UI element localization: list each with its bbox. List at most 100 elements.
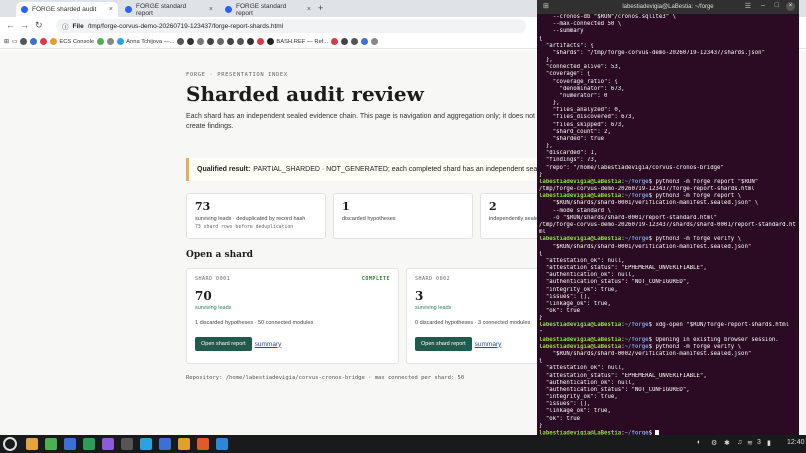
bookmark-icon[interactable] [107, 38, 115, 45]
mail-icon[interactable] [64, 438, 76, 450]
address-bar[interactable]: ⓘ File /tmp/forge-corvus-demo-20260719-1… [56, 19, 526, 33]
close-tab-icon[interactable]: × [109, 6, 113, 13]
close-tab-icon[interactable]: × [209, 6, 213, 13]
app-launcher-icon[interactable] [3, 437, 17, 451]
vscode-icon[interactable] [216, 438, 228, 450]
network-icon[interactable]: ◐ [697, 439, 701, 446]
close-icon[interactable]: × [786, 2, 795, 11]
new-tab-icon[interactable]: ⊞ [543, 2, 549, 10]
terminal-line: "discarded": 1, [539, 150, 797, 157]
terminal-text: "denominator": 673, [539, 85, 625, 92]
tab-favicon-icon [125, 6, 132, 13]
github-icon[interactable] [20, 38, 28, 45]
summary-link[interactable]: summary [475, 341, 502, 348]
shard-description: 1 discarded hypotheses · 50 connected mo… [195, 320, 314, 326]
notes-icon[interactable] [102, 438, 114, 450]
menu-icon[interactable]: ☰ [745, 2, 751, 10]
terminal-line: "$RUN/shards/shard-0002/verification-man… [539, 351, 797, 358]
bookmark-icon[interactable] [247, 38, 255, 45]
bookmark-icon[interactable] [40, 38, 48, 45]
new-tab-button[interactable]: + [318, 3, 323, 13]
terminal-text: --cronos-db "$RUN"/cronos.sqlite3" \ [539, 14, 676, 20]
page-eyebrow: FORGE · PRESENTATION INDEX [186, 72, 288, 78]
bookmark-icon[interactable] [227, 38, 235, 45]
bookmark-icon[interactable] [351, 38, 359, 45]
wifi-icon[interactable]: ≋ [747, 439, 753, 447]
terminal-line: "connected_alive": 53, [539, 64, 797, 71]
taskbar: ◐ ⚙ ✱ ♫ ≋ 3 ▮ 12:40 [0, 435, 806, 453]
open-shard-report-button[interactable]: Open shard report [415, 337, 472, 351]
files-icon[interactable] [26, 438, 38, 450]
bookmark-icon[interactable] [197, 38, 205, 45]
reload-icon[interactable]: ↻ [35, 20, 43, 31]
info-icon[interactable]: ⓘ [62, 21, 69, 31]
bookmark-icon[interactable] [97, 38, 105, 45]
terminal-text: "attestation_status": "EPHEMERAL_UNVERIF… [539, 372, 707, 379]
bookmark-ecs-console[interactable]: ECS Console [50, 38, 94, 45]
prompt-path: ~/forge [624, 236, 649, 243]
tab-favicon-icon [225, 6, 232, 13]
bookmark-icon[interactable] [331, 38, 339, 45]
bookmark-icon[interactable] [341, 38, 349, 45]
bookmark-anna[interactable]: Anna Tchijova —... [117, 38, 174, 45]
prompt-user: labestiadevigia@LaBestia [539, 236, 622, 243]
telegram-icon[interactable] [140, 438, 152, 450]
close-tab-icon[interactable]: × [307, 6, 311, 13]
forward-arrow-icon[interactable]: → [20, 20, 29, 30]
bookmark-folder-icon[interactable]: ▭ [12, 39, 17, 45]
terminal-text: "$RUN/shards/shard-0001/verification-man… [539, 243, 752, 250]
chrome-icon[interactable] [45, 438, 57, 450]
terminal-line: "denominator": 673, [539, 86, 797, 93]
bluetooth-icon[interactable]: ✱ [724, 439, 730, 447]
bookmark-icon[interactable] [361, 38, 369, 45]
bookmark-icon[interactable] [177, 38, 185, 45]
terminal-text: "integrity_ok": true, [539, 286, 618, 293]
terminal-line: }, [539, 143, 797, 150]
terminal-text: $ python3 -m forge report \ [648, 193, 742, 200]
terminal-text: "findings": 73, [539, 157, 598, 164]
terminal-line: "artifacts": { [539, 43, 797, 50]
bookmark-icon[interactable] [30, 38, 38, 45]
presentation-icon[interactable] [178, 438, 190, 450]
prompt-path: ~/forge [624, 193, 649, 200]
apps-grid-icon[interactable]: ⊞ [4, 39, 9, 45]
bookmark-icon[interactable] [217, 38, 225, 45]
terminal-text: --max-connected 50 \ [539, 21, 622, 28]
prompt-user: labestiadevigia@LaBestia [539, 193, 622, 200]
metric-label: surviving leads · deduplicated by record… [195, 216, 306, 222]
bookmark-icon[interactable] [187, 38, 195, 45]
battery-icon[interactable]: ▮ [767, 439, 771, 447]
terminal-line: "$RUN/shards/shard-0001/verification-man… [539, 244, 797, 251]
tab-standard-report-2[interactable]: FORGE standard report × [220, 2, 316, 17]
bookmark-icon[interactable] [371, 38, 379, 45]
tab-standard-report[interactable]: FORGE standard report × [120, 2, 218, 17]
back-arrow-icon[interactable]: ← [6, 20, 15, 30]
maximize-icon[interactable]: □ [775, 2, 779, 9]
qualified-result-banner: Qualified result: PARTIAL_SHARDED · NOT_… [186, 158, 566, 181]
terminal-text: "files_skipped": 673, [539, 121, 625, 128]
bookmark-icon[interactable] [207, 38, 215, 45]
spreadsheet-icon[interactable] [83, 438, 95, 450]
minimize-icon[interactable]: – [761, 2, 765, 9]
terminal-line: labestiadevigia@LaBestia:~/forge$ xdg-op… [539, 322, 797, 329]
banner-text: PARTIAL_SHARDED · NOT_GENERATED; each co… [253, 166, 539, 173]
terminal-icon[interactable] [121, 438, 133, 450]
open-shard-report-button[interactable]: Open shard report [195, 337, 252, 351]
terminal-text: ml [539, 229, 546, 236]
summary-link[interactable]: summary [255, 341, 282, 348]
terminal-text: "ok": true [539, 415, 581, 422]
docs-icon[interactable] [159, 438, 171, 450]
terminal-output[interactable]: --cronos-db "$RUN"/cronos.sqlite3" \ --m… [539, 14, 797, 435]
bookmark-icon[interactable] [237, 38, 245, 45]
bookmark-label: ECS Console [59, 38, 95, 45]
app-icon[interactable] [197, 438, 209, 450]
tab-favicon-icon [21, 6, 28, 13]
bookmark-bash-ref[interactable]: BASH.REF — Ref... [267, 38, 328, 45]
sound-icon[interactable]: ♫ [737, 439, 742, 446]
bookmark-icon[interactable] [257, 38, 265, 45]
tab-sharded-audit[interactable]: FORGE sharded audit × [16, 2, 118, 17]
shard-id: SHARD 0001 [195, 276, 231, 282]
clock[interactable]: 12:40 [787, 439, 805, 446]
terminal-line: "shards": "/tmp/forge-corvus-demo-202607… [539, 50, 797, 57]
settings-icon[interactable]: ⚙ [711, 439, 717, 447]
